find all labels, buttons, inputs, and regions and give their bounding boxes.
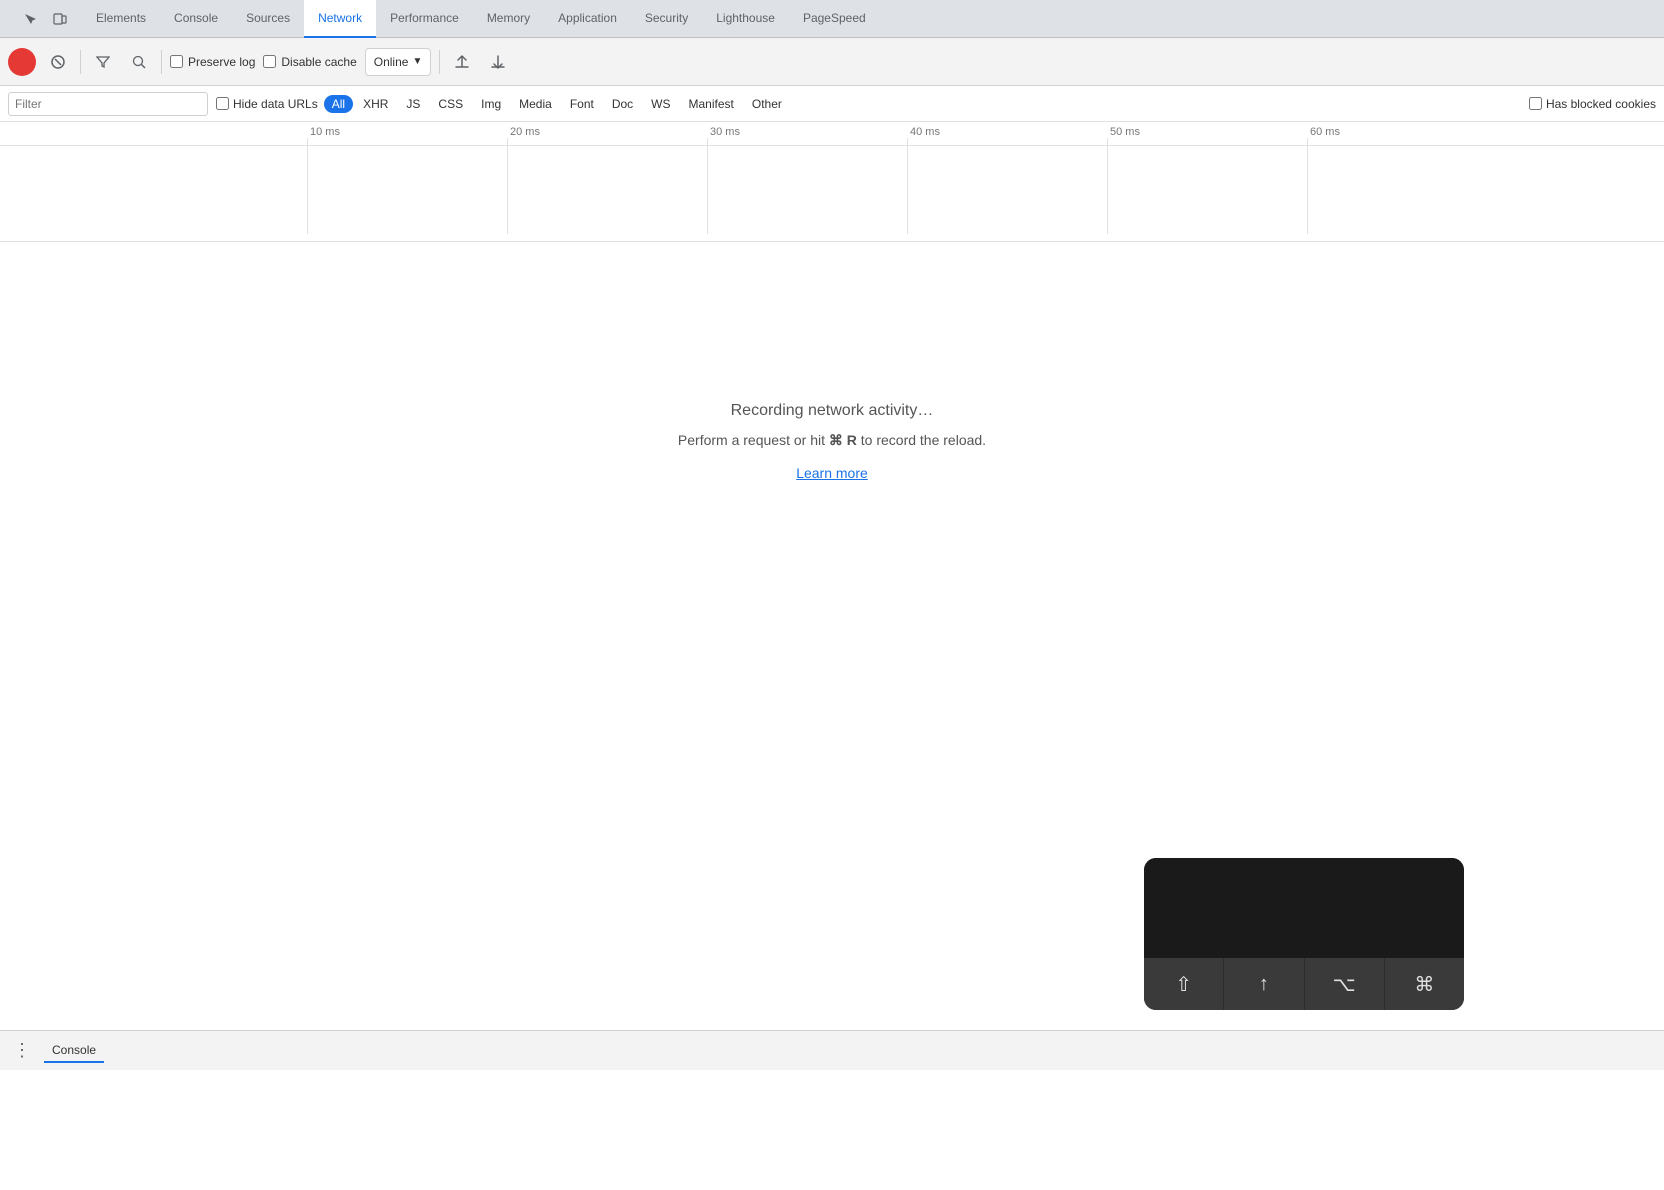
empty-state-desc: Perform a request or hit ⌘ R to record t…: [678, 432, 986, 449]
throttle-select[interactable]: Online ▼: [365, 48, 432, 76]
bottom-console-tab[interactable]: Console: [44, 1039, 104, 1063]
filter-pill-css[interactable]: CSS: [430, 95, 471, 113]
desc-prefix: Perform a request or hit: [678, 432, 829, 448]
filter-pill-img[interactable]: Img: [473, 95, 509, 113]
tab-elements[interactable]: Elements: [82, 0, 160, 38]
timeline-content: [0, 146, 1664, 241]
hide-urls-checkbox[interactable]: [216, 97, 229, 110]
preserve-log-checkbox[interactable]: [170, 55, 183, 68]
upload-button[interactable]: [448, 48, 476, 76]
preserve-log-label[interactable]: Preserve log: [170, 55, 255, 69]
filter-row: Hide data URLs All XHR JS CSS Img Media …: [0, 86, 1664, 122]
empty-state-title: Recording network activity…: [731, 402, 934, 420]
cursor-icon[interactable]: [16, 5, 44, 33]
ruler-tick-20ms: 20 ms: [510, 126, 540, 138]
desc-suffix: to record the reload.: [857, 432, 986, 448]
tab-application[interactable]: Application: [544, 0, 631, 38]
filter-pill-media[interactable]: Media: [511, 95, 560, 113]
timeline-ruler: 10 ms 20 ms 30 ms 40 ms 50 ms 60 ms: [0, 122, 1664, 146]
tab-security[interactable]: Security: [631, 0, 702, 38]
ruler-tick-10ms: 10 ms: [310, 126, 340, 138]
keyboard-screen: [1144, 858, 1464, 958]
tab-pagespeed[interactable]: PageSpeed: [789, 0, 880, 38]
tab-console[interactable]: Console: [160, 0, 232, 38]
shortcut-key: ⌘ R: [829, 432, 857, 448]
tab-performance[interactable]: Performance: [376, 0, 473, 38]
download-button[interactable]: [484, 48, 512, 76]
learn-more-link[interactable]: Learn more: [796, 465, 868, 481]
tab-network[interactable]: Network: [304, 0, 376, 38]
tab-memory[interactable]: Memory: [473, 0, 544, 38]
more-options-button[interactable]: ⋮: [8, 1037, 36, 1065]
toolbar: Preserve log Disable cache Online ▼: [0, 38, 1664, 86]
toolbar-divider-3: [439, 50, 440, 74]
ruler-tick-60ms: 60 ms: [1310, 126, 1340, 138]
keyboard-row: ⇧ ↑ ⌥ ⌘: [1144, 958, 1464, 1010]
ruler-tick-40ms: 40 ms: [910, 126, 940, 138]
timeline-area: 10 ms 20 ms 30 ms 40 ms 50 ms 60 ms: [0, 122, 1664, 242]
filter-pill-js[interactable]: JS: [398, 95, 428, 113]
toolbar-divider-2: [161, 50, 162, 74]
device-icon[interactable]: [46, 5, 74, 33]
kbd-up-key[interactable]: ↑: [1224, 958, 1304, 1010]
filter-pill-manifest[interactable]: Manifest: [681, 95, 742, 113]
has-blocked-cookies-label[interactable]: Has blocked cookies: [1529, 97, 1656, 111]
disable-cache-label[interactable]: Disable cache: [263, 55, 356, 69]
chevron-down-icon: ▼: [412, 56, 422, 67]
tabs-bar: Elements Console Sources Network Perform…: [0, 0, 1664, 38]
record-button[interactable]: [8, 48, 36, 76]
bottom-bar: ⋮ Console: [0, 1030, 1664, 1070]
filter-pill-font[interactable]: Font: [562, 95, 602, 113]
kbd-shift-key[interactable]: ⇧: [1144, 958, 1224, 1010]
tab-icons: [8, 5, 82, 33]
kbd-cmd-key[interactable]: ⌘: [1385, 958, 1464, 1010]
disable-cache-checkbox[interactable]: [263, 55, 276, 68]
toolbar-divider: [80, 50, 81, 74]
ruler-tick-50ms: 50 ms: [1110, 126, 1140, 138]
ruler-tick-30ms: 30 ms: [710, 126, 740, 138]
filter-pill-other[interactable]: Other: [744, 95, 790, 113]
tab-lighthouse[interactable]: Lighthouse: [702, 0, 789, 38]
tab-sources[interactable]: Sources: [232, 0, 304, 38]
filter-pill-ws[interactable]: WS: [643, 95, 678, 113]
hide-urls-label[interactable]: Hide data URLs: [216, 97, 318, 111]
search-icon[interactable]: [125, 48, 153, 76]
clear-button[interactable]: [44, 48, 72, 76]
filter-input[interactable]: [8, 92, 208, 116]
keyboard-popup: ⇧ ↑ ⌥ ⌘: [1144, 858, 1464, 1010]
filter-pill-xhr[interactable]: XHR: [355, 95, 396, 113]
filter-pill-doc[interactable]: Doc: [604, 95, 641, 113]
filter-icon[interactable]: [89, 48, 117, 76]
kbd-option-key[interactable]: ⌥: [1305, 958, 1385, 1010]
filter-pill-all[interactable]: All: [324, 95, 353, 113]
has-blocked-cookies-checkbox[interactable]: [1529, 97, 1542, 110]
filter-pills: Hide data URLs All XHR JS CSS Img Media …: [216, 95, 790, 113]
